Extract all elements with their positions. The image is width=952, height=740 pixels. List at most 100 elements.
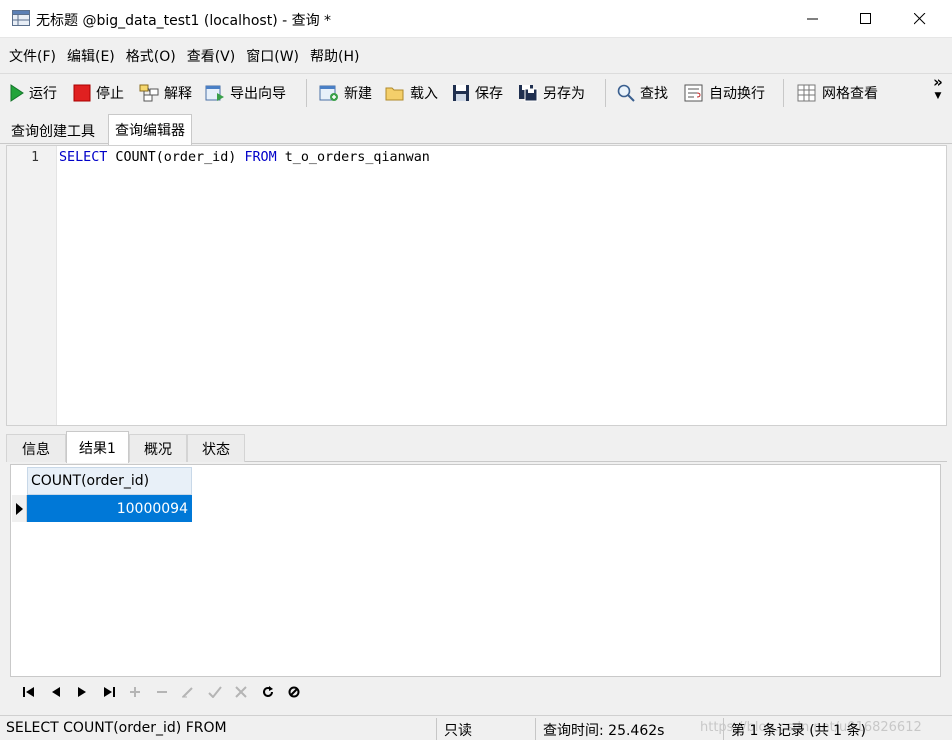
sql-keyword: FROM <box>244 150 277 165</box>
status-mode: 只读 <box>444 723 472 739</box>
window-title: 无标题 @big_data_test1 (localhost) - 查询 * <box>36 13 332 29</box>
stop-loading-button[interactable] <box>281 682 308 702</box>
sql-editor[interactable]: 1 SELECT COUNT(order_id) FROM t_o_orders… <box>6 145 947 426</box>
menu-edit[interactable]: 编辑(E) <box>62 46 120 66</box>
column-header[interactable]: COUNT(order_id) <box>27 467 192 495</box>
result-grid[interactable]: COUNT(order_id) 10000094 <box>10 464 941 677</box>
run-button[interactable]: 运行 <box>10 81 57 105</box>
prev-record-button[interactable] <box>43 682 70 702</box>
delete-record-button[interactable] <box>149 682 176 702</box>
stop-button[interactable]: 停止 <box>73 81 124 105</box>
save-as-label: 另存为 <box>543 86 585 102</box>
export-icon <box>205 85 224 101</box>
tab-query-editor[interactable]: 查询编辑器 <box>108 114 192 145</box>
tab-query-editor-label: 查询编辑器 <box>115 123 185 139</box>
save-button[interactable]: 保存 <box>452 81 503 105</box>
maximize-button[interactable] <box>840 0 892 38</box>
tab-info-label: 信息 <box>22 441 50 458</box>
tab-profile[interactable]: 概况 <box>129 434 187 462</box>
refresh-icon <box>262 686 273 697</box>
edit-icon <box>182 687 193 698</box>
tab-info[interactable]: 信息 <box>6 434 66 462</box>
minimize-button[interactable] <box>787 0 839 38</box>
tab-result1-label: 结果1 <box>79 440 116 457</box>
minimize-icon <box>807 18 818 20</box>
explain-icon <box>139 84 159 102</box>
title-bar: 无标题 @big_data_test1 (localhost) - 查询 * <box>0 0 952 38</box>
row-indicator[interactable] <box>12 495 27 522</box>
table-cell[interactable]: 10000094 <box>27 495 192 522</box>
close-icon <box>914 13 926 25</box>
status-record: 第 1 条记录 (共 1 条) <box>731 723 866 739</box>
grid-view-button[interactable]: 网格查看 <box>797 81 878 105</box>
stop-loading-icon <box>288 686 300 698</box>
export-wizard-label: 导出向导 <box>230 86 286 102</box>
sql-text: COUNT(order_id) <box>107 150 245 165</box>
check-icon <box>208 686 222 698</box>
column-header-label: COUNT(order_id) <box>31 473 150 489</box>
save-icon <box>453 85 469 101</box>
grid-icon <box>797 84 816 102</box>
menu-window[interactable]: 窗口(W) <box>241 46 304 66</box>
toolbar-divider <box>783 79 784 107</box>
menu-file[interactable]: 文件(F) <box>4 46 61 66</box>
word-wrap-button[interactable]: 自动换行 <box>684 81 765 105</box>
run-label: 运行 <box>29 86 57 102</box>
new-label: 新建 <box>344 86 372 102</box>
save-label: 保存 <box>475 86 503 102</box>
stop-label: 停止 <box>96 86 124 102</box>
prev-record-icon <box>51 687 60 697</box>
word-wrap-label: 自动换行 <box>709 86 765 102</box>
add-record-button[interactable] <box>122 682 149 702</box>
load-button[interactable]: 载入 <box>385 81 438 105</box>
tab-query-builder[interactable]: 查询创建工具 <box>5 117 101 144</box>
status-bar: SELECT COUNT(order_id) FROM 只读 查询时间: 25.… <box>0 715 952 740</box>
toolbar-divider <box>306 79 307 107</box>
app-icon <box>12 10 30 26</box>
explain-label: 解释 <box>164 86 192 102</box>
menu-bar: 文件(F) 编辑(E) 格式(O) 查看(V) 窗口(W) 帮助(H) <box>0 39 952 73</box>
status-query-time: 查询时间: 25.462s <box>543 723 665 739</box>
first-record-icon <box>23 687 35 697</box>
last-record-button[interactable] <box>96 682 123 702</box>
overflow-arrow-icon: ▼ <box>934 91 942 101</box>
tab-status[interactable]: 状态 <box>187 434 245 462</box>
explain-button[interactable]: 解释 <box>139 81 192 105</box>
play-icon <box>10 84 24 102</box>
toolbar: 运行 停止 解释 导出向导 新建 载入 保存 另存为 查找 自动换行 网格查看 <box>0 73 952 111</box>
export-wizard-button[interactable]: 导出向导 <box>205 81 286 105</box>
tab-query-builder-label: 查询创建工具 <box>11 123 95 140</box>
sql-text: t_o_orders_qianwan <box>276 150 430 165</box>
current-row-icon <box>15 502 23 515</box>
line-number-gutter: 1 <box>7 146 57 425</box>
load-label: 载入 <box>410 86 438 102</box>
edit-record-button[interactable] <box>175 682 202 702</box>
cancel-icon <box>235 686 247 698</box>
first-record-button[interactable] <box>16 682 43 702</box>
last-record-icon <box>103 687 115 697</box>
discard-changes-button[interactable] <box>228 682 255 702</box>
refresh-button[interactable] <box>255 682 282 702</box>
sql-code-line: SELECT COUNT(order_id) FROM t_o_orders_q… <box>59 150 430 165</box>
next-record-button[interactable] <box>69 682 96 702</box>
menu-view[interactable]: 查看(V) <box>182 46 241 66</box>
line-number: 1 <box>31 150 39 165</box>
sql-keyword: SELECT <box>59 150 108 165</box>
plus-icon <box>130 687 141 697</box>
menu-help[interactable]: 帮助(H) <box>305 46 364 66</box>
result-tab-strip: 信息 结果1 概况 状态 <box>6 431 947 463</box>
new-query-icon <box>319 85 338 101</box>
close-button[interactable] <box>894 0 946 38</box>
save-as-icon <box>519 85 538 102</box>
tab-result1[interactable]: 结果1 <box>66 431 129 463</box>
save-as-button[interactable]: 另存为 <box>518 81 585 105</box>
next-record-icon <box>78 687 87 697</box>
editor-tab-strip: 查询创建工具 查询编辑器 <box>0 111 952 145</box>
toolbar-overflow-button[interactable]: » ▼ <box>930 75 946 102</box>
apply-changes-button[interactable] <box>202 682 229 702</box>
find-button[interactable]: 查找 <box>617 81 668 105</box>
status-divider <box>723 718 724 740</box>
grid-view-label: 网格查看 <box>822 86 878 102</box>
menu-format[interactable]: 格式(O) <box>121 46 181 66</box>
new-button[interactable]: 新建 <box>319 81 372 105</box>
